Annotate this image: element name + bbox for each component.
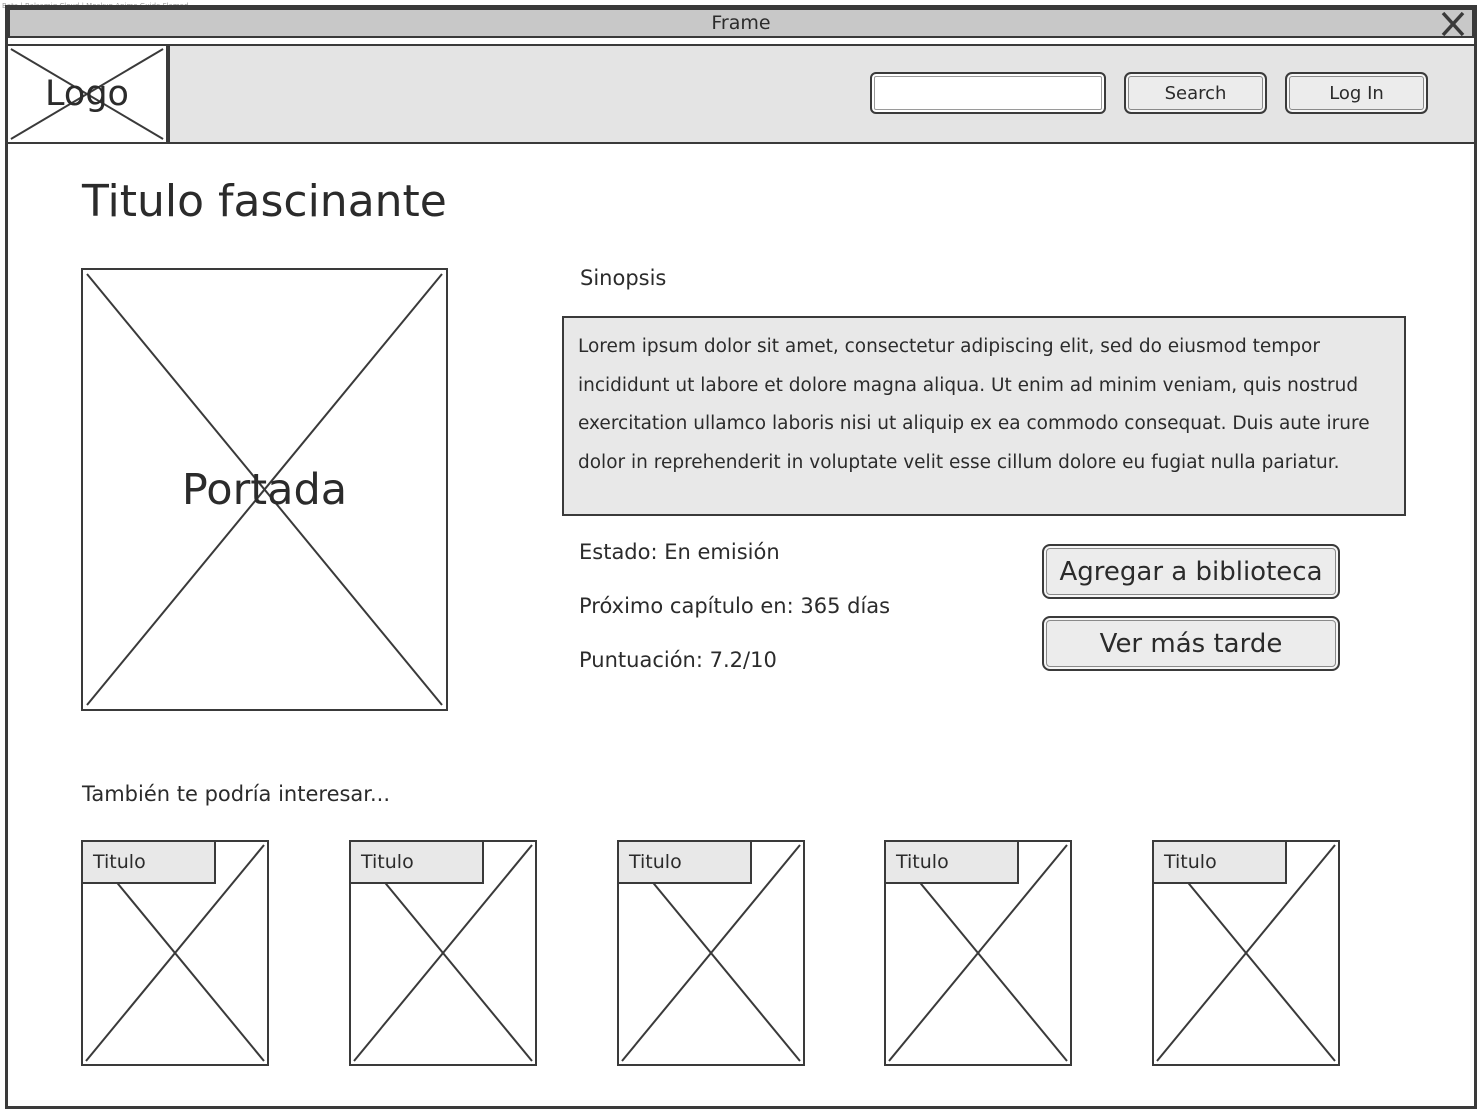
status-text: Estado: En emisión — [579, 540, 780, 564]
search-button[interactable]: Search — [1124, 72, 1267, 114]
window-titlebar: Frame — [8, 8, 1474, 38]
next-chapter-text: Próximo capítulo en: 365 días — [579, 594, 891, 618]
recommendation-card[interactable]: Titulo — [81, 840, 269, 1066]
window-title: Frame — [711, 12, 771, 34]
synopsis-label: Sinopsis — [580, 266, 667, 290]
recommendation-title: Titulo — [1154, 842, 1287, 884]
recommendation-card[interactable]: Titulo — [617, 840, 805, 1066]
synopsis-text: Lorem ipsum dolor sit amet, consectetur … — [562, 316, 1406, 516]
add-to-library-button[interactable]: Agregar a biblioteca — [1042, 544, 1340, 599]
recommendation-title: Titulo — [83, 842, 216, 884]
recommendation-title: Titulo — [351, 842, 484, 884]
cover-label: Portada — [181, 464, 348, 515]
recommendation-card[interactable]: Titulo — [1152, 840, 1340, 1066]
rating-text: Puntuación: 7.2/10 — [579, 648, 777, 672]
logo-placeholder[interactable]: Logo — [8, 46, 170, 142]
cover-image-placeholder: Portada — [81, 268, 448, 711]
recommendation-card[interactable]: Titulo — [884, 840, 1072, 1066]
recommendations-label: También te podría interesar... — [82, 782, 391, 806]
logo-label: Logo — [45, 74, 129, 114]
recommendation-title: Titulo — [619, 842, 752, 884]
close-icon[interactable] — [1438, 10, 1468, 38]
page-title: Titulo fascinante — [82, 176, 447, 227]
login-button[interactable]: Log In — [1285, 72, 1428, 114]
recommendation-title: Titulo — [886, 842, 1019, 884]
watch-later-button[interactable]: Ver más tarde — [1042, 616, 1340, 671]
recommendation-card[interactable]: Titulo — [349, 840, 537, 1066]
search-input[interactable] — [870, 72, 1106, 114]
